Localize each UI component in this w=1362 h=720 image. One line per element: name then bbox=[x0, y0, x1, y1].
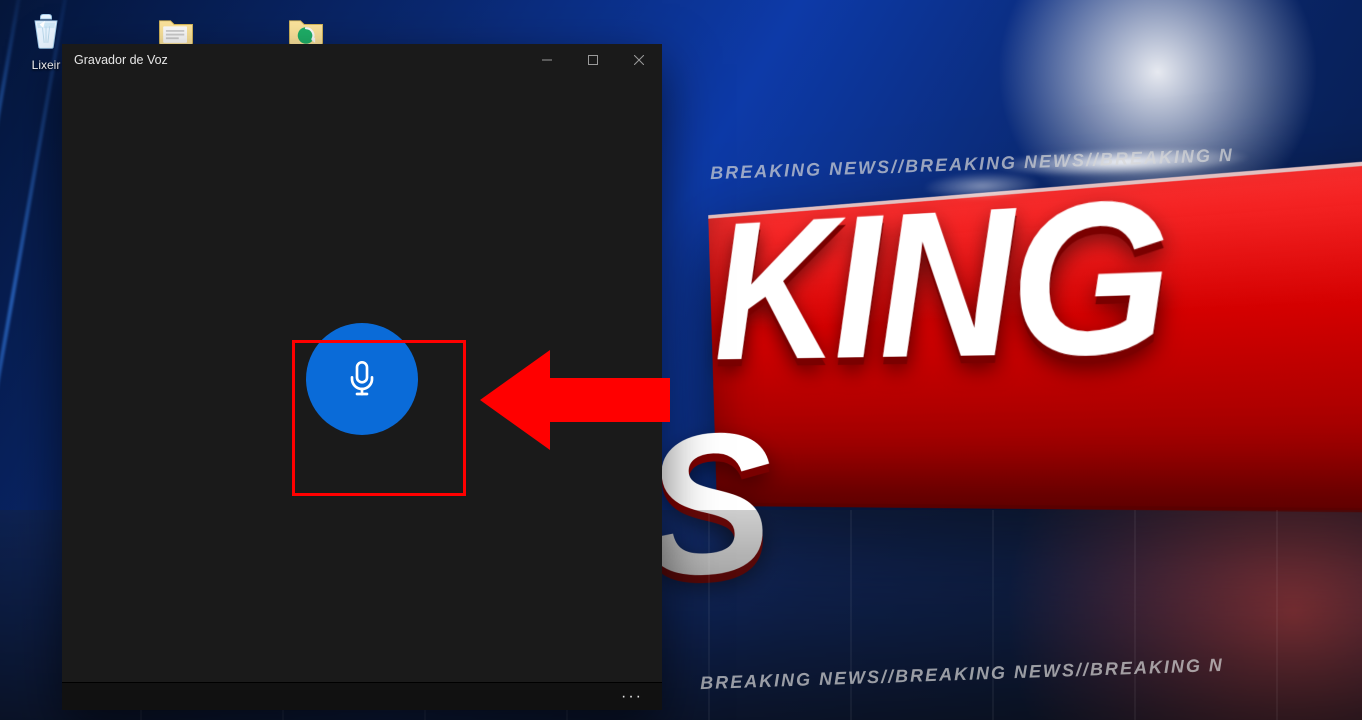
statusbar: ··· bbox=[62, 682, 662, 710]
titlebar[interactable]: Gravador de Voz bbox=[62, 44, 662, 76]
record-button[interactable] bbox=[306, 323, 418, 435]
window-client-area bbox=[62, 76, 662, 682]
desktop-icon-label: Lixeir bbox=[32, 58, 61, 72]
more-icon: ··· bbox=[621, 688, 643, 706]
window-title: Gravador de Voz bbox=[62, 53, 524, 67]
maximize-button[interactable] bbox=[570, 44, 616, 76]
maximize-icon bbox=[588, 55, 598, 65]
minimize-button[interactable] bbox=[524, 44, 570, 76]
window-controls bbox=[524, 44, 662, 76]
wallpaper-headline-1: KING bbox=[710, 143, 1362, 380]
minimize-icon bbox=[542, 55, 552, 65]
close-button[interactable] bbox=[616, 44, 662, 76]
voice-recorder-window: Gravador de Voz bbox=[62, 44, 662, 710]
close-icon bbox=[634, 55, 644, 65]
more-button[interactable]: ··· bbox=[612, 683, 652, 711]
microphone-icon bbox=[342, 359, 382, 399]
